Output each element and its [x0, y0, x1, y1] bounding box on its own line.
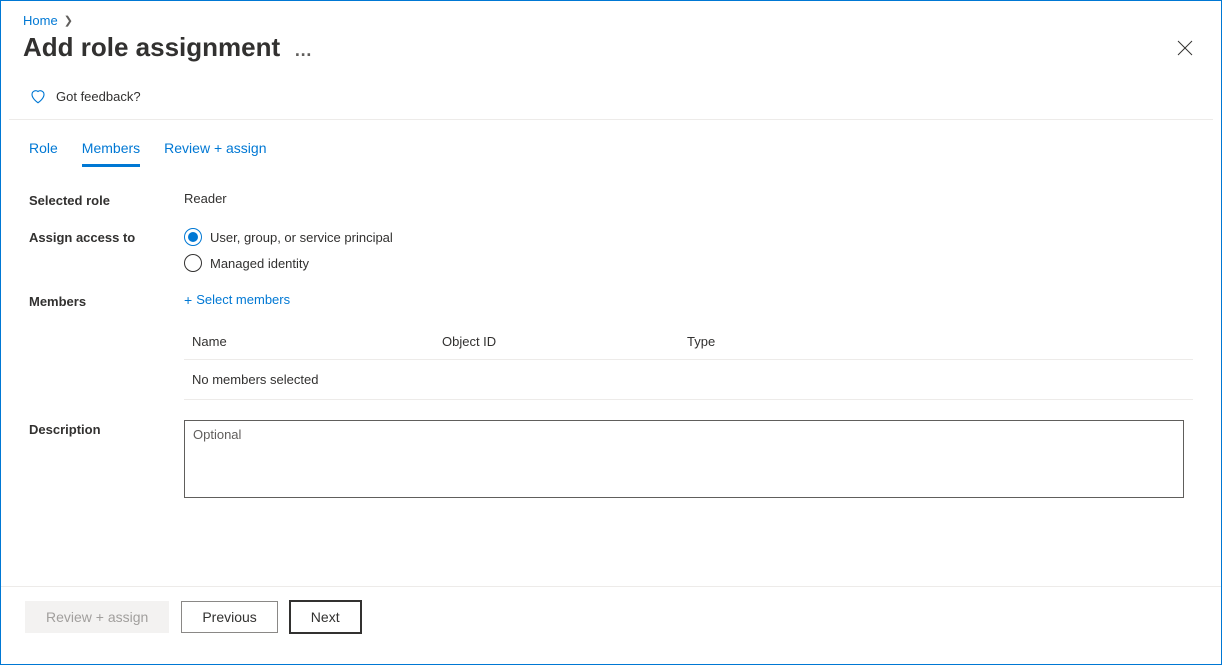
radio-user-group[interactable]: User, group, or service principal: [184, 228, 1193, 246]
selected-role-label: Selected role: [29, 191, 184, 208]
feedback-link[interactable]: Got feedback?: [1, 77, 1221, 119]
column-type: Type: [687, 334, 1185, 349]
next-button[interactable]: Next: [290, 601, 361, 633]
table-header: Name Object ID Type: [184, 324, 1193, 360]
table-row: No members selected: [184, 360, 1193, 400]
breadcrumb-home[interactable]: Home: [23, 13, 58, 28]
breadcrumb: Home ❯: [1, 1, 1221, 32]
description-input[interactable]: [184, 420, 1184, 498]
radio-icon: [184, 228, 202, 246]
column-name: Name: [192, 334, 442, 349]
radio-icon: [184, 254, 202, 272]
members-table: Name Object ID Type No members selected: [184, 324, 1193, 400]
select-members-link[interactable]: + Select members: [184, 292, 290, 307]
footer-actions: Review + assign Previous Next: [1, 586, 1221, 647]
close-button[interactable]: [1171, 34, 1199, 62]
close-icon: [1177, 40, 1193, 56]
tab-members[interactable]: Members: [82, 140, 140, 167]
assign-access-label: Assign access to: [29, 228, 184, 245]
description-label: Description: [29, 420, 184, 437]
select-members-label: Select members: [196, 292, 290, 307]
chevron-right-icon: ❯: [64, 14, 73, 27]
previous-button[interactable]: Previous: [181, 601, 277, 633]
horizontal-scrollbar[interactable]: [1, 647, 1221, 664]
assign-access-radio-group: User, group, or service principal Manage…: [184, 228, 1193, 272]
radio-managed-identity-label: Managed identity: [210, 256, 309, 271]
page-title: Add role assignment: [23, 32, 280, 63]
tab-review[interactable]: Review + assign: [164, 140, 266, 167]
column-object-id: Object ID: [442, 334, 687, 349]
review-assign-button[interactable]: Review + assign: [25, 601, 169, 633]
radio-user-group-label: User, group, or service principal: [210, 230, 393, 245]
selected-role-value: Reader: [184, 191, 1193, 206]
heart-icon: [29, 87, 47, 105]
feedback-label: Got feedback?: [56, 89, 141, 104]
tab-strip: Role Members Review + assign: [9, 120, 1213, 167]
more-actions-icon[interactable]: …: [294, 40, 314, 61]
members-label: Members: [29, 292, 184, 309]
content-scroll[interactable]: Role Members Review + assign Selected ro…: [1, 120, 1221, 586]
tab-role[interactable]: Role: [29, 140, 58, 167]
radio-managed-identity[interactable]: Managed identity: [184, 254, 1193, 272]
table-empty-message: No members selected: [192, 372, 318, 387]
plus-icon: +: [184, 293, 192, 307]
